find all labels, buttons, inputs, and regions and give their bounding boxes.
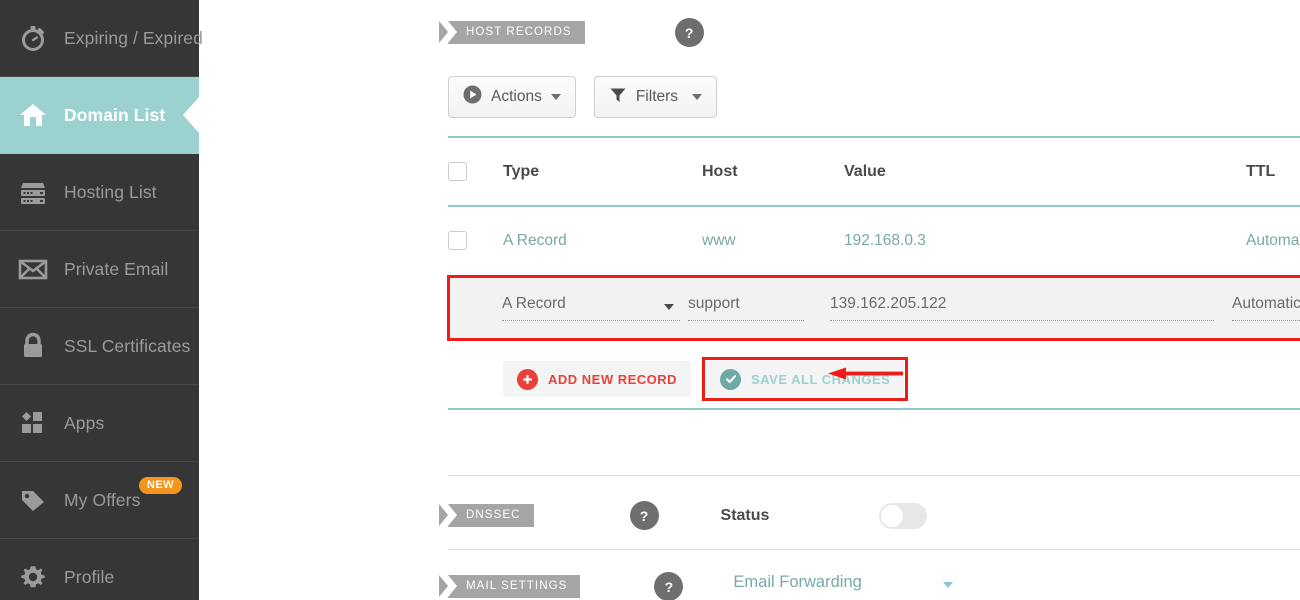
home-icon — [14, 96, 52, 134]
help-icon[interactable]: ? — [629, 501, 659, 530]
cell-ttl: Automatic — [1246, 231, 1300, 249]
sidebar-item-label: SSL Certificates — [64, 335, 191, 356]
chevron-down-icon — [550, 94, 561, 100]
record-host-value: support — [688, 295, 740, 312]
dnssec-section: DNSSEC ? Status — [439, 501, 928, 530]
sidebar-item-label: Expiring / Expired — [64, 27, 203, 48]
main-content: HOST RECORDS ? Actions Filters Type Host… — [199, 0, 1300, 600]
section-divider-gray-1 — [448, 475, 1300, 476]
column-header-host: Host — [702, 162, 738, 180]
record-value-value: 139.162.205.122 — [830, 295, 947, 312]
actions-button[interactable]: Actions — [448, 76, 576, 118]
tag-icon — [14, 481, 52, 519]
sidebar-item-label: Profile — [64, 566, 115, 587]
actions-button-label: Actions — [491, 88, 542, 105]
sidebar: Expiring / Expired Domain List Hosting L… — [0, 0, 203, 600]
records-toolbar: Actions Filters — [448, 76, 717, 118]
chevron-down-icon — [943, 581, 954, 588]
filters-button[interactable]: Filters — [593, 76, 717, 118]
play-circle-icon — [463, 85, 482, 109]
funnel-icon — [609, 86, 627, 109]
app-root: Expiring / Expired Domain List Hosting L… — [0, 0, 1300, 600]
check-circle-icon — [720, 368, 742, 390]
sidebar-item-label: Domain List — [64, 104, 166, 125]
row-checkbox[interactable] — [448, 231, 467, 250]
add-new-record-label: ADD NEW RECORD — [548, 371, 678, 387]
host-records-header: HOST RECORDS ? — [439, 18, 704, 47]
lock-icon — [14, 327, 52, 365]
mail-settings-selected-value: Email Forwarding — [733, 572, 862, 591]
host-records-table: Type Host Value TTL A Record www 192.168… — [448, 136, 1300, 274]
sidebar-item-ssl-certificates[interactable]: SSL Certificates — [0, 308, 199, 385]
toggle-knob — [881, 504, 904, 527]
row-select-cell — [448, 231, 503, 250]
mail-settings-select[interactable]: Email Forwarding — [733, 572, 954, 600]
filters-button-label: Filters — [635, 88, 679, 105]
column-header-value: Value — [844, 162, 886, 180]
sidebar-item-expiring-expired[interactable]: Expiring / Expired — [0, 0, 203, 77]
mail-settings-section: MAIL SETTINGS ? Email Forwarding — [438, 572, 954, 600]
chevron-down-icon — [664, 304, 674, 310]
sidebar-item-label: Hosting List — [64, 181, 157, 202]
section-tag-host-records: HOST RECORDS — [439, 21, 585, 44]
select-all-checkbox[interactable] — [448, 162, 467, 181]
cell-type: A Record — [503, 231, 567, 249]
record-value-input[interactable]: 139.162.205.122 — [830, 295, 1232, 321]
record-type-select[interactable]: A Record — [502, 295, 688, 321]
apps-grid-icon — [14, 404, 52, 442]
sidebar-item-private-email[interactable]: Private Email — [0, 231, 199, 308]
cell-value: 192.168.0.3 — [844, 231, 926, 249]
stopwatch-icon — [14, 19, 52, 57]
sidebar-item-label: My Offers — [64, 489, 141, 510]
status-badge-new: NEW — [139, 477, 182, 494]
record-host-input[interactable]: support — [688, 295, 830, 321]
server-icon — [14, 173, 52, 211]
help-icon[interactable]: ? — [654, 572, 684, 600]
sidebar-item-label: Private Email — [64, 258, 169, 279]
section-tag-mail-settings: MAIL SETTINGS — [438, 575, 581, 598]
sidebar-item-domain-list[interactable]: Domain List — [0, 77, 199, 154]
gear-icon — [14, 558, 52, 596]
plus-icon — [517, 368, 538, 390]
cell-host: www — [702, 231, 736, 249]
chevron-down-icon — [691, 94, 702, 100]
annotation-arrow-icon — [828, 367, 903, 380]
dnssec-status-toggle[interactable] — [879, 502, 928, 529]
table-row: A Record www 192.168.0.3 Automatic — [448, 207, 1300, 274]
record-type-value: A Record — [502, 295, 566, 312]
record-ttl-select[interactable]: Automatic — [1232, 295, 1300, 321]
envelope-icon — [14, 250, 52, 288]
section-divider-teal — [448, 408, 1300, 410]
sidebar-item-hosting-list[interactable]: Hosting List — [0, 154, 199, 231]
section-divider-gray-2 — [448, 549, 1300, 550]
sidebar-item-apps[interactable]: Apps — [0, 385, 199, 462]
column-header-type: Type — [503, 162, 540, 180]
select-all-cell — [448, 162, 503, 181]
sidebar-item-my-offers[interactable]: My Offers NEW — [0, 462, 199, 539]
column-header-ttl: TTL — [1246, 162, 1276, 180]
help-icon[interactable]: ? — [674, 18, 704, 47]
sidebar-item-profile[interactable]: Profile — [0, 539, 199, 600]
dnssec-status-label: Status — [720, 506, 770, 524]
add-new-record-button[interactable]: ADD NEW RECORD — [503, 361, 692, 397]
sidebar-item-label: Apps — [64, 412, 105, 433]
record-ttl-value: Automatic — [1232, 295, 1300, 312]
section-tag-dnssec: DNSSEC — [439, 504, 534, 527]
editing-record-row: A Record support 139.162.205.122 Automat… — [447, 275, 1300, 341]
table-header-row: Type Host Value TTL — [448, 138, 1300, 205]
